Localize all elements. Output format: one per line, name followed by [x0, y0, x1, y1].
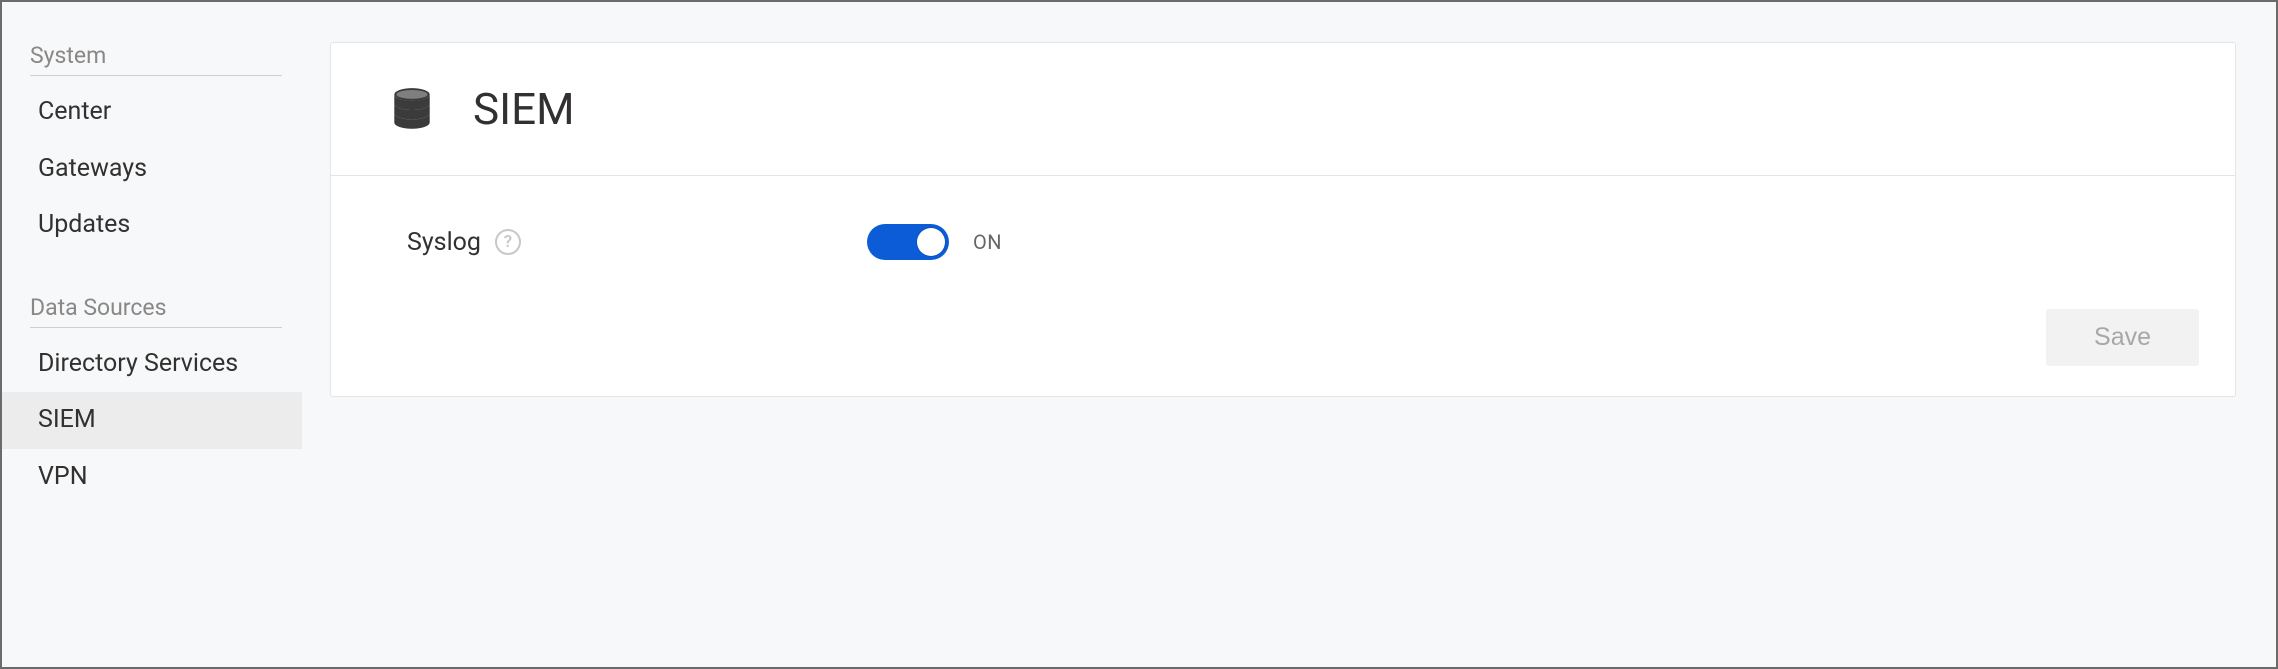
sidebar-item-directory-services[interactable]: Directory Services — [2, 336, 302, 393]
sidebar-group-data-sources: Directory Services SIEM VPN — [2, 328, 302, 506]
sidebar-item-vpn[interactable]: VPN — [2, 449, 302, 506]
sidebar-item-siem[interactable]: SIEM — [2, 392, 302, 449]
actions-row: Save — [2046, 309, 2199, 366]
help-icon[interactable]: ? — [495, 229, 521, 255]
syslog-toggle-state: ON — [973, 230, 1002, 254]
database-icon — [387, 84, 437, 134]
sidebar: System Center Gateways Updates Data Sour… — [2, 2, 302, 667]
sidebar-item-center[interactable]: Center — [2, 84, 302, 141]
app-window: System Center Gateways Updates Data Sour… — [0, 0, 2278, 669]
syslog-toggle[interactable] — [867, 224, 949, 260]
page-title: SIEM — [473, 83, 575, 135]
toggle-knob — [917, 228, 945, 256]
sidebar-group-heading-system: System — [30, 32, 282, 76]
main-area: SIEM Syslog ? ON Save — [302, 2, 2276, 667]
syslog-toggle-wrap: ON — [867, 224, 1002, 260]
syslog-row: Syslog ? ON — [407, 224, 2179, 260]
sidebar-group-heading-data-sources: Data Sources — [30, 284, 282, 328]
sidebar-group-system: Center Gateways Updates — [2, 76, 302, 254]
syslog-label-wrap: Syslog ? — [407, 228, 867, 257]
sidebar-item-gateways[interactable]: Gateways — [2, 141, 302, 198]
panel-header: SIEM — [331, 43, 2235, 176]
sidebar-item-updates[interactable]: Updates — [2, 197, 302, 254]
panel-body: Syslog ? ON Save — [331, 176, 2235, 396]
save-button[interactable]: Save — [2046, 309, 2199, 366]
settings-panel: SIEM Syslog ? ON Save — [330, 42, 2236, 397]
syslog-label: Syslog — [407, 228, 481, 257]
